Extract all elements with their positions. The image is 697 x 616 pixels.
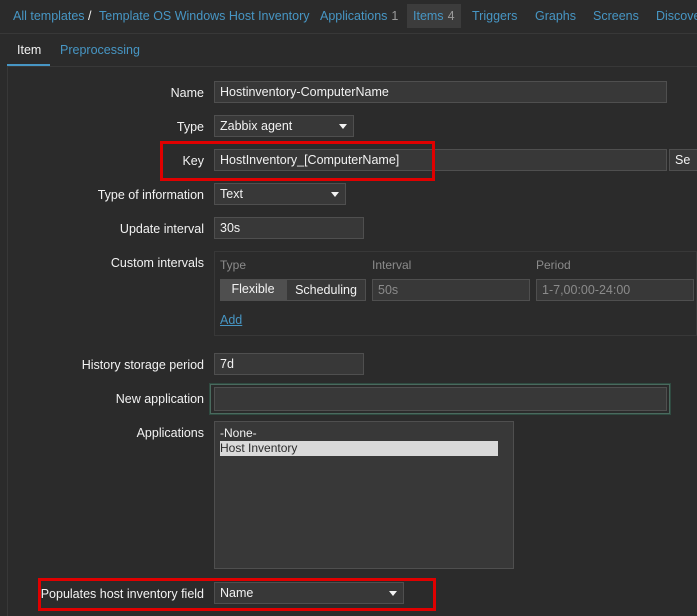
tab-items-count: 4 (447, 9, 455, 23)
chevron-down-icon (331, 192, 339, 197)
key-input[interactable]: HostInventory_[ComputerName] (214, 149, 667, 171)
applications-listbox[interactable]: -None- Host Inventory (214, 421, 514, 569)
update-interval-label: Update interval (119, 222, 204, 236)
applications-label: Applications (136, 426, 204, 440)
type-select[interactable]: Zabbix agent (214, 115, 354, 137)
type-of-information-label: Type of information (97, 188, 204, 202)
form-tabs: Item Preprocessing (0, 34, 697, 66)
col-period-header: Period (536, 258, 571, 272)
subtab-item[interactable]: Item (17, 43, 41, 57)
subtab-preprocessing[interactable]: Preprocessing (60, 43, 140, 57)
history-storage-period-label: History storage period (81, 358, 204, 372)
type-of-information-select[interactable]: Text (214, 183, 346, 205)
populates-host-inventory-field-select[interactable]: Name (214, 582, 404, 604)
tab-screens[interactable]: Screens (593, 9, 639, 23)
breadcrumb-separator: / (88, 9, 92, 23)
add-interval-link[interactable]: Add (220, 313, 242, 327)
chevron-down-icon (339, 124, 347, 129)
name-label: Name (170, 86, 204, 100)
key-select-button[interactable]: Se (669, 149, 697, 171)
tab-applications-label: Applications (320, 9, 388, 23)
breadcrumb-template-name[interactable]: Template OS Windows Host Inventory (99, 9, 310, 23)
new-application-label: New application (115, 392, 204, 406)
name-input[interactable]: Hostinventory-ComputerName (214, 81, 667, 103)
populates-host-inventory-field-value: Name (220, 586, 254, 600)
tab-applications-count: 1 (391, 9, 399, 23)
key-label: Key (182, 154, 204, 168)
interval-input[interactable]: 50s (372, 279, 530, 301)
scheduling-toggle[interactable]: Scheduling (286, 279, 366, 301)
type-select-value: Zabbix agent (220, 119, 293, 133)
history-storage-period-input[interactable]: 7d (214, 353, 364, 375)
tab-triggers[interactable]: Triggers (472, 9, 517, 23)
tab-graphs[interactable]: Graphs (535, 9, 576, 23)
tab-items-label: Items (413, 9, 444, 23)
flexible-toggle[interactable]: Flexible (220, 279, 286, 301)
populates-host-inventory-field-label: Populates host inventory field (40, 587, 204, 601)
custom-intervals-label: Custom intervals (110, 256, 204, 270)
update-interval-input[interactable]: 30s (214, 217, 364, 239)
period-input[interactable]: 1-7,00:00-24:00 (536, 279, 694, 301)
applications-option-host-inventory[interactable]: Host Inventory (220, 441, 498, 456)
breadcrumb-all-templates[interactable]: All templates (13, 9, 85, 23)
top-navigation: All templates / Template OS Windows Host… (0, 0, 697, 34)
tab-items[interactable]: Items 4 (407, 4, 461, 28)
applications-option-none[interactable]: -None- (220, 426, 508, 441)
new-application-input[interactable] (214, 387, 667, 411)
tab-discovery[interactable]: Discove (656, 9, 697, 23)
chevron-down-icon (389, 591, 397, 596)
col-type-header: Type (220, 258, 247, 272)
type-label: Type (176, 120, 204, 134)
col-interval-header: Interval (372, 258, 412, 272)
type-of-information-value: Text (220, 187, 243, 201)
tab-applications[interactable]: Applications 1 (320, 9, 398, 23)
